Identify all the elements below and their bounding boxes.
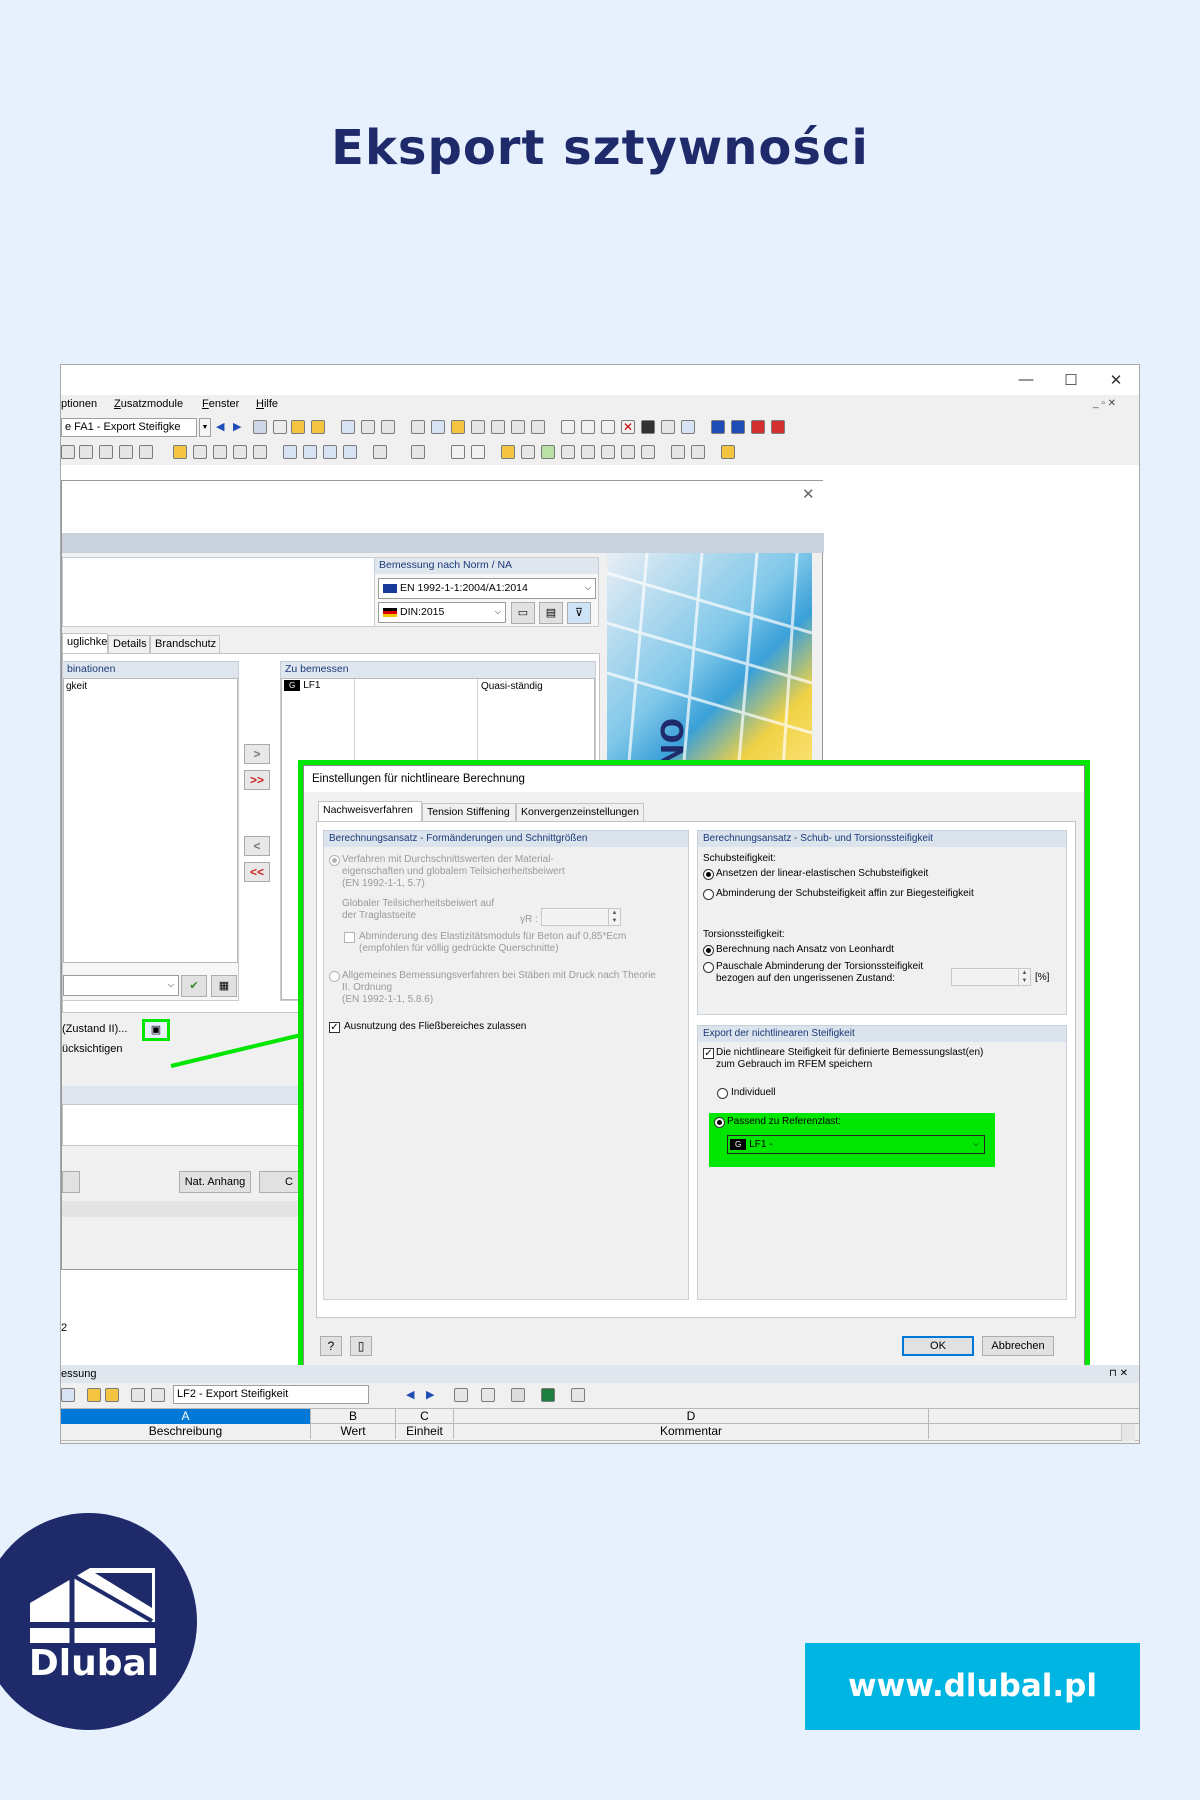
percent-unit: [%] bbox=[1035, 972, 1050, 983]
torsion-leonhardt-radio[interactable] bbox=[703, 945, 714, 956]
reference-load-highlight: Passend zu Referenzlast: G LF1 - ⌵ bbox=[709, 1113, 995, 1167]
tab-nachweisverfahren[interactable]: Nachweisverfahren bbox=[318, 801, 422, 821]
shear-reduction-label: Abminderung der Schubsteifigkeit affin z… bbox=[716, 888, 974, 899]
export-stiffness-group: Export der nichtlinearen Steifigkeit ✓ D… bbox=[697, 1025, 1067, 1300]
gamma-r-input[interactable]: ▲ ▼ bbox=[541, 908, 621, 926]
column-letter[interactable]: C bbox=[396, 1409, 454, 1424]
ok-button[interactable]: OK bbox=[902, 1336, 974, 1356]
excel-icon[interactable] bbox=[541, 1388, 555, 1402]
cancel-button[interactable]: Abbrechen bbox=[982, 1336, 1054, 1356]
tool-icon[interactable] bbox=[105, 1388, 119, 1402]
column-letter[interactable]: D bbox=[454, 1409, 929, 1424]
general-method-label-3: (EN 1992-1-1, 5.8.6) bbox=[342, 994, 434, 1005]
panel-title-bar: essung ⊓ ✕ bbox=[61, 1365, 1139, 1383]
column-header[interactable]: Kommentar bbox=[454, 1424, 929, 1439]
help-icon: ? bbox=[327, 1339, 335, 1353]
website-url[interactable]: www.dlubal.pl bbox=[805, 1643, 1140, 1730]
torsion-reduction-label-2: bezogen auf den ungerissenen Zustand: bbox=[716, 973, 896, 984]
general-method-label-2: II. Ordnung bbox=[342, 982, 393, 993]
shear-reduction-radio[interactable] bbox=[703, 889, 714, 900]
tab-page: Berechnungsansatz - Formänderungen und S… bbox=[316, 821, 1076, 1318]
reference-load-value: G LF1 - bbox=[730, 1139, 773, 1151]
tool-icon[interactable] bbox=[87, 1388, 101, 1402]
shear-torsion-group: Berechnungsansatz - Schub- und Torsionss… bbox=[697, 830, 1067, 1015]
tool-icon[interactable] bbox=[481, 1388, 495, 1402]
tab-tension-stiffening[interactable]: Tension Stiffening bbox=[422, 803, 516, 821]
shear-torsion-group-header: Berechnungsansatz - Schub- und Torsionss… bbox=[698, 831, 1066, 847]
torsion-reduction-label-1: Pauschale Abminderung der Torsionssteifi… bbox=[716, 961, 924, 972]
individual-label: Individuell bbox=[731, 1087, 776, 1098]
column-header[interactable]: Wert bbox=[311, 1424, 396, 1439]
save-stiffness-label-1: Die nichtlineare Steifigkeit für definie… bbox=[716, 1047, 984, 1058]
filter-icon[interactable] bbox=[454, 1388, 468, 1402]
average-values-label-1: Verfahren mit Durchschnittswerten der Ma… bbox=[342, 854, 554, 865]
bridge-logo-icon bbox=[30, 1568, 155, 1643]
yield-range-label: Ausnutzung des Fließbereiches zulassen bbox=[344, 1021, 527, 1032]
global-factor-label-2: der Traglastseite bbox=[342, 910, 416, 921]
defaults-icon: ▯ bbox=[357, 1339, 365, 1353]
shear-stiffness-label: Schubsteifigkeit: bbox=[703, 853, 776, 864]
torsion-leonhardt-label: Berechnung nach Ansatz von Leonhardt bbox=[716, 944, 894, 955]
elastic-modulus-label-2: (empfohlen für völlig gedrückte Querschn… bbox=[359, 943, 559, 954]
elastic-modulus-checkbox[interactable] bbox=[344, 932, 355, 943]
general-method-radio[interactable] bbox=[329, 971, 340, 982]
dlubal-logo: Dlubal bbox=[0, 1513, 197, 1730]
pin-close-icon[interactable]: ⊓ ✕ bbox=[1109, 1368, 1128, 1380]
scrollbar[interactable] bbox=[1121, 1424, 1135, 1441]
export-stiffness-group-header: Export der nichtlinearen Steifigkeit bbox=[698, 1026, 1066, 1042]
deformation-group-header: Berechnungsansatz - Formänderungen und S… bbox=[324, 831, 688, 847]
torsion-reduction-input[interactable]: ▲ ▼ bbox=[951, 968, 1031, 986]
torsion-stiffness-label: Torsionssteifigkeit: bbox=[703, 929, 785, 940]
table-column-letters: A B C D bbox=[61, 1408, 1139, 1424]
table-header-row: Beschreibung Wert Einheit Kommentar bbox=[61, 1424, 1139, 1441]
deformation-group: Berechnungsansatz - Formänderungen und S… bbox=[323, 830, 689, 1300]
save-stiffness-label-2: zum Gebrauch im RFEM speichern bbox=[716, 1059, 873, 1070]
tool-icon[interactable] bbox=[131, 1388, 145, 1402]
prev-icon[interactable]: ◀ bbox=[406, 1388, 420, 1402]
reference-load-radio[interactable] bbox=[714, 1117, 725, 1128]
spinner-arrows-icon[interactable]: ▲ ▼ bbox=[1018, 969, 1030, 985]
column-header[interactable]: Einheit bbox=[396, 1424, 454, 1439]
tab-konvergenzeinstellungen[interactable]: Konvergenzeinstellungen bbox=[516, 803, 644, 821]
individual-radio[interactable] bbox=[717, 1088, 728, 1099]
torsion-reduction-radio[interactable] bbox=[703, 962, 714, 973]
save-stiffness-checkbox[interactable]: ✓ bbox=[703, 1048, 714, 1059]
average-values-label-2: eigenschaften und globalem Teilsicherhei… bbox=[342, 866, 565, 877]
column-header[interactable]: Beschreibung bbox=[61, 1424, 311, 1439]
global-factor-label-1: Globaler Teilsicherheitsbeiwert auf bbox=[342, 898, 495, 909]
tool-icon[interactable] bbox=[61, 1388, 75, 1402]
next-icon[interactable]: ▶ bbox=[426, 1388, 440, 1402]
panel-toolbar: LF2 - Export Steifigkeit ◀ ▶ bbox=[61, 1383, 1139, 1407]
defaults-button[interactable]: ▯ bbox=[350, 1336, 372, 1356]
gamma-r-label: γR : bbox=[520, 914, 538, 925]
panel-title: essung bbox=[61, 1368, 97, 1380]
reference-load-select[interactable]: G LF1 - ⌵ bbox=[727, 1135, 985, 1154]
page-title: Eksport sztywności bbox=[331, 120, 869, 176]
help-button[interactable]: ? bbox=[320, 1336, 342, 1356]
tool-icon[interactable] bbox=[511, 1388, 525, 1402]
average-values-label-3: (EN 1992-1-1, 5.7) bbox=[342, 878, 425, 889]
spinner-arrows-icon[interactable]: ▲ ▼ bbox=[608, 909, 620, 925]
yield-range-checkbox[interactable]: ✓ bbox=[329, 1022, 340, 1033]
results-panel: essung ⊓ ✕ LF2 - Export Steifigkeit ◀ ▶ … bbox=[61, 1365, 1139, 1443]
average-values-radio[interactable] bbox=[329, 855, 340, 866]
nonlinear-settings-dialog: Einstellungen für nichtlineare Berechnun… bbox=[303, 765, 1085, 1367]
calculator-icon[interactable] bbox=[571, 1388, 585, 1402]
column-letter[interactable]: A bbox=[61, 1409, 311, 1424]
dialog-title: Einstellungen für nichtlineare Berechnun… bbox=[304, 766, 1084, 792]
reference-load-label: Passend zu Referenzlast: bbox=[727, 1116, 841, 1127]
case-select[interactable]: LF2 - Export Steifigkeit bbox=[173, 1385, 369, 1404]
tool-icon[interactable] bbox=[151, 1388, 165, 1402]
elastic-modulus-label-1: Abminderung des Elastizitätsmoduls für B… bbox=[359, 931, 627, 942]
shear-linear-elastic-radio[interactable] bbox=[703, 869, 714, 880]
software-screenshot: — ☐ ✕ ptionen Zusatzmodule Fenster Hilfe… bbox=[60, 364, 1140, 1444]
shear-linear-elastic-label: Ansetzen der linear-elastischen Schubste… bbox=[716, 868, 929, 879]
column-letter[interactable]: B bbox=[311, 1409, 396, 1424]
general-method-label-1: Allgemeines Bemessungsverfahren bei Stäb… bbox=[342, 970, 656, 981]
logo-text: Dlubal bbox=[28, 1643, 160, 1684]
chevron-down-icon: ⌵ bbox=[972, 1139, 979, 1148]
